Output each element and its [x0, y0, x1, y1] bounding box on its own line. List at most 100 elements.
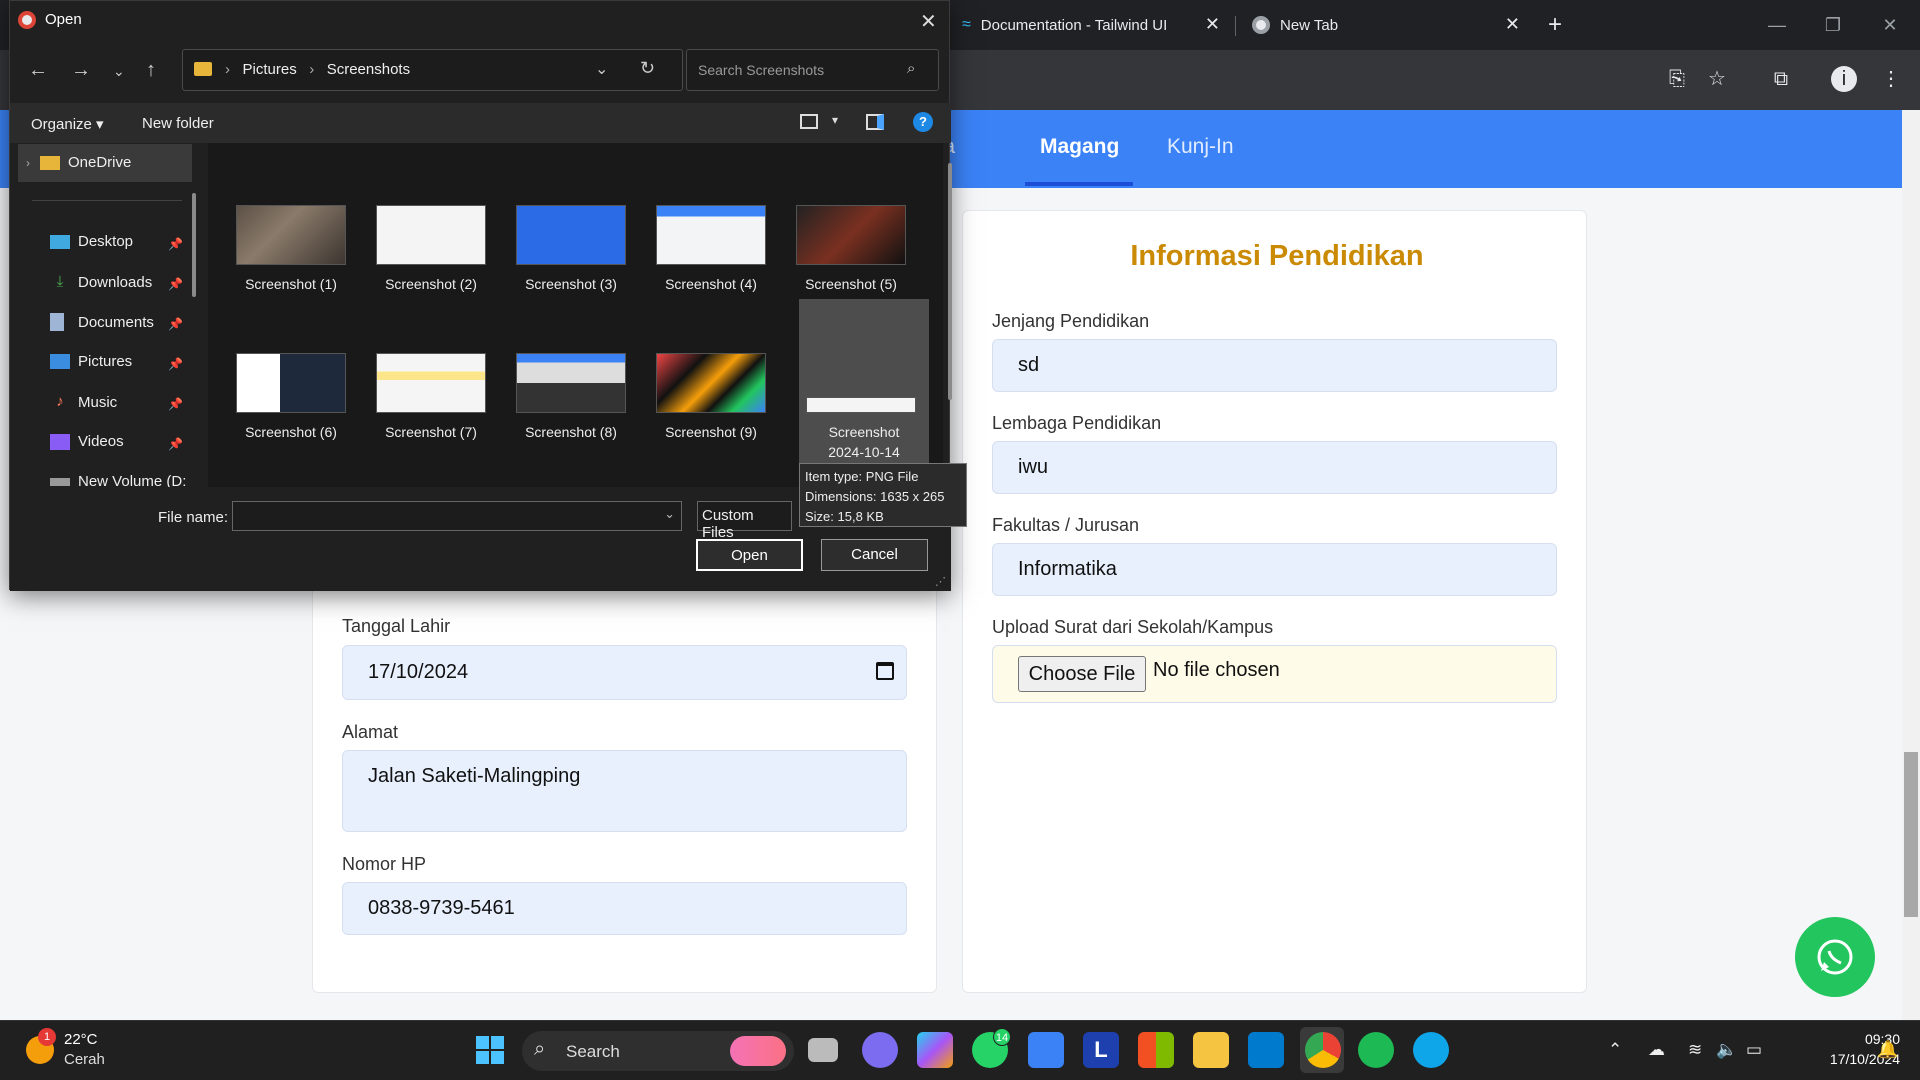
tab-close-icon[interactable]: ✕ — [1205, 14, 1220, 35]
dialog-close-icon[interactable]: ✕ — [920, 9, 937, 34]
window-close-button[interactable]: ✕ — [1870, 10, 1910, 40]
view-mode-icon[interactable] — [800, 114, 818, 129]
restore-button[interactable]: ❐ — [1813, 10, 1853, 40]
nav-link-magang[interactable]: Magang — [1040, 135, 1119, 159]
new-folder-button[interactable]: New folder — [142, 115, 214, 132]
start-button[interactable] — [472, 1032, 508, 1068]
minimize-button[interactable]: — — [1757, 10, 1797, 40]
selected-file-label-line1[interactable]: Screenshot — [794, 424, 934, 440]
help-icon[interactable]: ? — [913, 112, 933, 132]
onedrive-icon[interactable]: ☁ — [1648, 1040, 1665, 1060]
file-label[interactable]: Screenshot (6) — [221, 424, 361, 440]
pin-icon[interactable]: 📌 — [168, 317, 183, 331]
new-tab-button[interactable]: + — [1540, 10, 1570, 40]
meet-chat-icon[interactable] — [862, 1032, 898, 1068]
file-thumbnail[interactable] — [656, 205, 766, 265]
pin-icon[interactable]: 📌 — [168, 397, 183, 411]
l-app-icon[interactable]: L — [1083, 1032, 1119, 1068]
bookmark-star-icon[interactable]: ☆ — [1702, 64, 1732, 94]
breadcrumb-pictures[interactable]: Pictures — [243, 61, 297, 78]
organize-button[interactable]: Organize ▾ — [31, 115, 104, 133]
tray-overflow-chevron-icon[interactable]: ⌃ — [1608, 1040, 1622, 1060]
calendar-icon[interactable] — [876, 662, 894, 680]
institution-input[interactable]: iwu — [992, 441, 1557, 494]
file-type-filter[interactable]: Custom Files — [697, 501, 792, 541]
battery-icon[interactable]: ▭ — [1746, 1040, 1762, 1060]
back-arrow-icon[interactable]: ← — [28, 59, 48, 82]
file-label[interactable]: Screenshot (1) — [221, 276, 361, 292]
phone-input[interactable]: 0838-9739-5461 — [342, 882, 907, 935]
search-icon[interactable]: ⌕ — [907, 60, 915, 77]
tab-close-icon[interactable]: ✕ — [1505, 14, 1520, 35]
weather-description[interactable]: Cerah — [64, 1051, 105, 1068]
level-input[interactable]: sd — [992, 339, 1557, 392]
file-label[interactable]: Screenshot (5) — [781, 276, 921, 292]
nav-item-onedrive[interactable]: › OneDrive — [26, 154, 131, 171]
file-explorer-icon[interactable] — [1193, 1032, 1229, 1068]
pin-icon[interactable]: 📌 — [168, 237, 183, 251]
app-icon[interactable] — [1413, 1032, 1449, 1068]
dob-input[interactable]: 17/10/2024 — [342, 645, 907, 700]
pin-icon[interactable]: 📌 — [168, 277, 183, 291]
breadcrumb-screenshots[interactable]: Screenshots — [327, 61, 410, 78]
up-arrow-icon[interactable]: ↑ — [146, 59, 156, 82]
choose-file-button[interactable]: Choose File — [1018, 656, 1146, 692]
faculty-input[interactable]: Informatika — [992, 543, 1557, 596]
file-thumbnail[interactable] — [236, 205, 346, 265]
file-label[interactable]: Screenshot (8) — [501, 424, 641, 440]
address-dropdown-chevron-icon[interactable]: ⌄ — [595, 59, 608, 79]
view-dropdown-chevron-icon[interactable]: ▾ — [832, 113, 838, 127]
pin-icon[interactable]: 📌 — [168, 437, 183, 451]
nav-item-pictures[interactable]: Pictures — [50, 353, 132, 370]
pen-app-icon[interactable] — [1028, 1032, 1064, 1068]
nav-item-new-volume[interactable]: New Volume (D: — [50, 473, 186, 487]
refresh-icon[interactable]: ↻ — [640, 58, 655, 79]
preview-pane-icon[interactable] — [866, 114, 884, 130]
file-thumbnail[interactable] — [656, 353, 766, 413]
file-list-scrollbar[interactable] — [948, 163, 952, 400]
forward-arrow-icon[interactable]: → — [71, 59, 91, 82]
file-label[interactable]: Screenshot (2) — [361, 276, 501, 292]
file-label[interactable]: Screenshot (3) — [501, 276, 641, 292]
whatsapp-chat-button[interactable] — [1795, 917, 1875, 997]
address-textarea[interactable]: Jalan Saketi-Malingping — [342, 750, 907, 832]
file-thumbnail[interactable] — [376, 353, 486, 413]
file-name-dropdown-chevron-icon[interactable]: ⌄ — [664, 506, 675, 522]
profile-avatar[interactable]: i — [1831, 66, 1857, 92]
tab-new-tab[interactable]: New Tab ✕ — [1240, 8, 1530, 42]
notification-bell-icon[interactable]: 🔔 — [1877, 1040, 1898, 1060]
translate-icon[interactable]: ⎘ — [1662, 64, 1692, 94]
nav-item-desktop[interactable]: Desktop — [50, 233, 133, 250]
file-thumbnail[interactable] — [516, 205, 626, 265]
spotify-icon[interactable] — [1358, 1032, 1394, 1068]
file-thumbnail[interactable] — [806, 397, 916, 413]
volume-icon[interactable]: 🔈 — [1716, 1040, 1737, 1060]
file-label[interactable]: Screenshot (9) — [641, 424, 781, 440]
copilot-icon[interactable] — [917, 1032, 953, 1068]
expand-chevron-icon[interactable]: › — [26, 156, 30, 170]
task-view-icon[interactable] — [808, 1038, 838, 1062]
microsoft-store-icon[interactable] — [1138, 1032, 1174, 1068]
menu-kebab-icon[interactable]: ⋮ — [1876, 64, 1906, 94]
file-label[interactable]: Screenshot (4) — [641, 276, 781, 292]
extensions-icon[interactable]: ⧉ — [1766, 64, 1796, 94]
nav-item-music[interactable]: ♪ Music — [50, 393, 117, 411]
file-thumbnail[interactable] — [236, 353, 346, 413]
weather-temperature[interactable]: 22°C — [64, 1031, 98, 1048]
nav-item-videos[interactable]: Videos — [50, 433, 124, 450]
file-label[interactable]: Screenshot (7) — [361, 424, 501, 440]
recent-locations-chevron-icon[interactable]: ⌄ — [113, 63, 125, 80]
page-scrollbar-thumb[interactable] — [1904, 752, 1918, 917]
nav-link-kunjin[interactable]: Kunj-In — [1167, 135, 1234, 159]
vscode-icon[interactable] — [1248, 1032, 1284, 1068]
pin-icon[interactable]: 📌 — [168, 357, 183, 371]
open-button[interactable]: Open — [696, 539, 803, 571]
resize-grip-icon[interactable]: ⋰ — [935, 575, 946, 588]
nav-pane-scrollbar[interactable] — [192, 193, 196, 297]
tab-tailwind-docs[interactable]: ≈ Documentation - Tailwind UI ✕ — [950, 8, 1230, 42]
file-thumbnail[interactable] — [376, 205, 486, 265]
upload-file-input[interactable]: Choose File No file chosen — [992, 645, 1557, 703]
nav-item-documents[interactable]: Documents — [50, 313, 154, 331]
file-thumbnail[interactable] — [516, 353, 626, 413]
file-name-input[interactable]: ⌄ — [232, 501, 682, 531]
